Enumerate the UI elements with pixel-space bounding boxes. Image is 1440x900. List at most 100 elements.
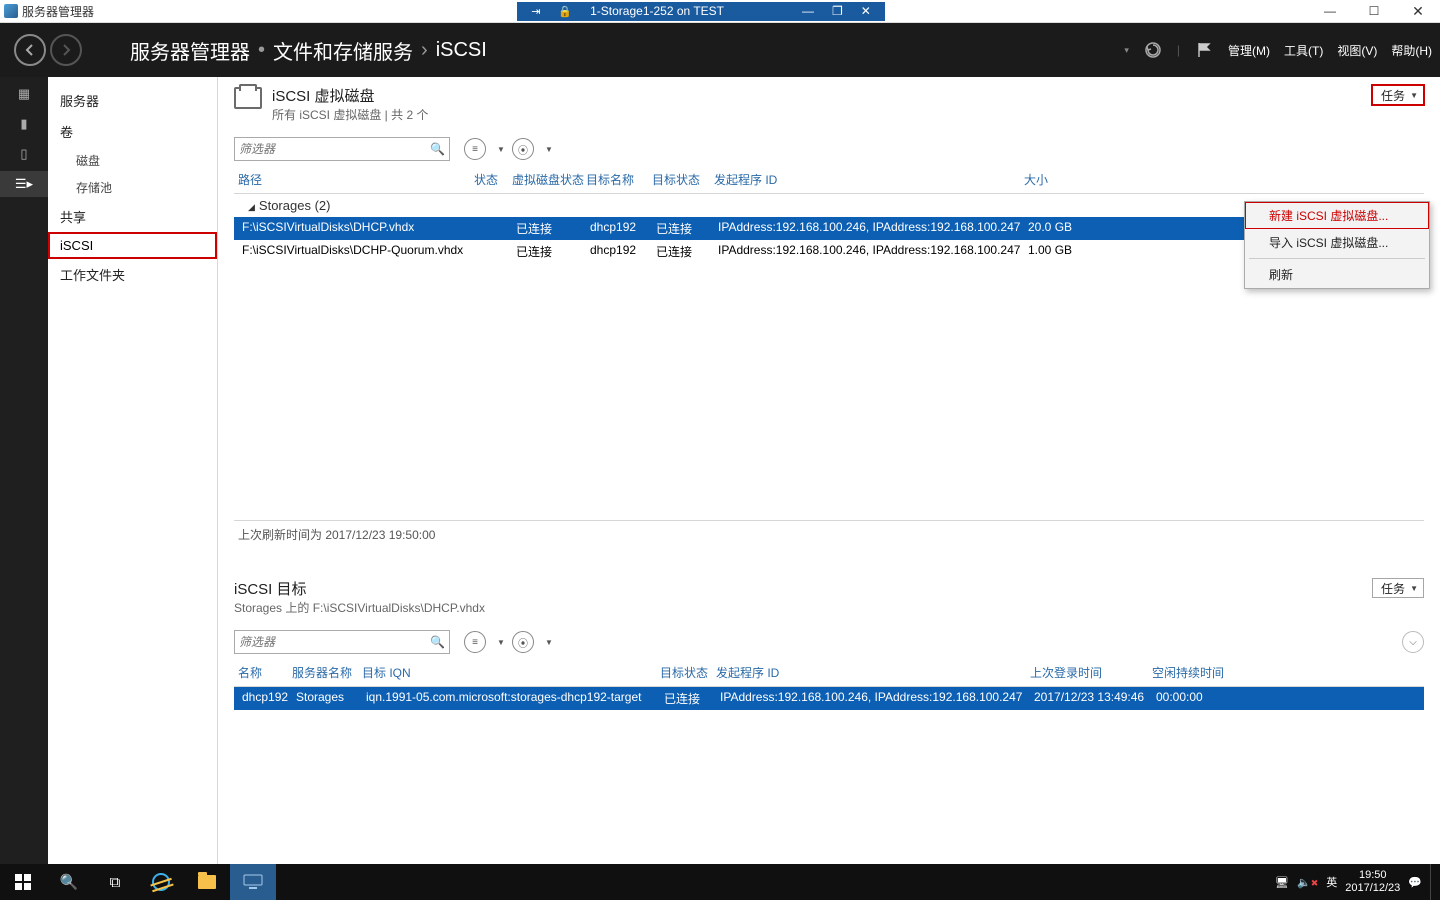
tray-notifications-icon[interactable]: 💬	[1408, 876, 1422, 889]
taskbar-clock[interactable]: 19:50 2017/12/23	[1345, 869, 1400, 895]
cell-tname: dhcp192	[590, 220, 656, 237]
cell-vstatus: 已连接	[516, 220, 590, 237]
sidebar-item-disks[interactable]: 磁盘	[48, 147, 217, 174]
explorer-button[interactable]	[184, 864, 230, 900]
start-button[interactable]	[0, 864, 46, 900]
targets-subtitle: Storages 上的 F:\iSCSIVirtualDisks\DHCP.vh…	[234, 599, 485, 616]
disks-filter-field[interactable]	[239, 142, 430, 156]
chevron-right-icon: •	[258, 39, 265, 62]
sidebar-item-volumes[interactable]: 卷	[48, 116, 217, 147]
tcol-iqn[interactable]: 目标 IQN	[362, 664, 660, 681]
nav-back-button[interactable]	[14, 34, 46, 66]
tcol-tstat[interactable]: 目标状态	[660, 664, 716, 681]
sidebar-item-iscsi[interactable]: iSCSI	[48, 232, 217, 259]
search-icon[interactable]: 🔍	[430, 142, 445, 156]
search-button[interactable]: 🔍	[46, 864, 92, 900]
menu-tools[interactable]: 工具(T)	[1284, 42, 1323, 59]
breadcrumb-root[interactable]: 服务器管理器	[130, 36, 250, 65]
cell-status	[478, 243, 516, 260]
rail-storage-icon[interactable]: ☰▸	[0, 171, 48, 197]
cell-tstatus: 已连接	[656, 243, 718, 260]
col-vstatus[interactable]: 虚拟磁盘状态	[512, 171, 586, 188]
tray-ime[interactable]: 英	[1326, 874, 1337, 890]
vm-max-icon[interactable]: ❐	[832, 4, 843, 18]
app-icon	[4, 4, 18, 18]
ie-button[interactable]	[138, 864, 184, 900]
rail-disks-icon[interactable]: ▯	[0, 141, 48, 167]
menu-import-disk[interactable]: 导入 iSCSI 虚拟磁盘...	[1245, 229, 1429, 256]
tcol-name[interactable]: 名称	[234, 664, 292, 681]
menu-help[interactable]: 帮助(H)	[1391, 42, 1432, 59]
collapse-arrow-icon[interactable]: ◢	[248, 202, 255, 212]
col-iid[interactable]: 发起程序 ID	[714, 171, 1024, 188]
dropdown-chevron-icon[interactable]: ▾	[1124, 45, 1129, 56]
targets-filter-field[interactable]	[239, 635, 430, 649]
targets-filter-input[interactable]: 🔍	[234, 630, 450, 654]
window-minimize-button[interactable]: —	[1308, 0, 1352, 23]
targets-title: iSCSI 目标	[234, 578, 485, 599]
disks-title: iSCSI 虚拟磁盘	[272, 85, 1362, 106]
icon-rail: ▦ ▮ ▯ ☰▸	[0, 77, 48, 864]
cell-size: 20.0 GB	[1028, 220, 1088, 237]
main-content: iSCSI 虚拟磁盘 所有 iSCSI 虚拟磁盘 | 共 2 个 任务 🔍 ≡ …	[218, 77, 1440, 864]
cell-tname: dhcp192	[590, 243, 656, 260]
tray-network-icon[interactable]: 🖥	[1275, 876, 1289, 889]
cell-name: dhcp192	[238, 690, 296, 707]
refresh-icon[interactable]	[1141, 38, 1165, 62]
header: 服务器管理器 • 文件和存储服务 › iSCSI ▾ | 管理(M) 工具(T)…	[0, 23, 1440, 77]
disks-filter-input[interactable]: 🔍	[234, 137, 450, 161]
tcol-last[interactable]: 上次登录时间	[1030, 664, 1152, 681]
window-close-button[interactable]: ✕	[1396, 0, 1440, 23]
disks-tasks-button[interactable]: 任务	[1372, 85, 1424, 105]
rail-servers-icon[interactable]: ▦	[0, 81, 48, 107]
outer-title-text: 服务器管理器	[22, 3, 94, 20]
table-row[interactable]: dhcp192 Storages iqn.1991-05.com.microso…	[234, 687, 1424, 710]
view-options-button[interactable]: ⦿	[512, 138, 534, 160]
disks-panel: iSCSI 虚拟磁盘 所有 iSCSI 虚拟磁盘 | 共 2 个 任务 🔍 ≡ …	[218, 77, 1440, 548]
pin-icon[interactable]: ⇥	[531, 5, 540, 18]
breadcrumb-section[interactable]: 文件和存储服务	[273, 36, 413, 65]
targets-tasks-button[interactable]: 任务	[1372, 578, 1424, 598]
server-manager-taskbar-button[interactable]	[230, 864, 276, 900]
vm-connection-bar[interactable]: ⇥ 🔒 1-Storage1-252 on TEST — ❐ ✕	[517, 2, 885, 21]
group-label: Storages (2)	[259, 198, 331, 213]
vm-close-icon[interactable]: ✕	[861, 4, 871, 18]
breadcrumb-leaf[interactable]: iSCSI	[436, 39, 487, 62]
col-path[interactable]: 路径	[234, 171, 474, 188]
tcol-idle[interactable]: 空闲持续时间	[1152, 664, 1242, 681]
lock-icon[interactable]: 🔒	[558, 5, 572, 18]
show-desktop-button[interactable]	[1430, 864, 1436, 900]
menu-refresh[interactable]: 刷新	[1245, 261, 1429, 288]
cell-iqn: iqn.1991-05.com.microsoft:storages-dhcp1…	[366, 690, 664, 707]
vm-min-icon[interactable]: —	[802, 4, 814, 18]
tcol-srv[interactable]: 服务器名称	[292, 664, 362, 681]
window-maximize-button[interactable]: ☐	[1352, 0, 1396, 23]
filter-options-button[interactable]: ≡	[464, 631, 486, 653]
rail-volumes-icon[interactable]: ▮	[0, 111, 48, 137]
tcol-iid[interactable]: 发起程序 ID	[716, 664, 1030, 681]
sidebar-item-servers[interactable]: 服务器	[48, 85, 217, 116]
col-tname[interactable]: 目标名称	[586, 171, 652, 188]
sidebar-item-shares[interactable]: 共享	[48, 201, 217, 232]
sidebar: 服务器 卷 磁盘 存储池 共享 iSCSI 工作文件夹	[48, 77, 218, 864]
col-status[interactable]: 状态	[474, 171, 512, 188]
tray-volume-icon[interactable]: 🔈✖	[1297, 876, 1318, 889]
col-tstatus[interactable]: 目标状态	[652, 171, 714, 188]
sidebar-item-pools[interactable]: 存储池	[48, 174, 217, 201]
menu-new-disk[interactable]: 新建 iSCSI 虚拟磁盘...	[1245, 202, 1429, 229]
cell-tstat: 已连接	[664, 690, 720, 707]
clock-date: 2017/12/23	[1345, 882, 1400, 895]
view-options-button[interactable]: ⦿	[512, 631, 534, 653]
collapse-targets-button[interactable]: ⌵	[1402, 631, 1424, 653]
search-icon[interactable]: 🔍	[430, 635, 445, 649]
sidebar-item-workfolders[interactable]: 工作文件夹	[48, 259, 217, 290]
col-size[interactable]: 大小	[1024, 171, 1084, 188]
cell-vstatus: 已连接	[516, 243, 590, 260]
nav-forward-button[interactable]	[50, 34, 82, 66]
menu-view[interactable]: 视图(V)	[1337, 42, 1377, 59]
task-view-button[interactable]: ⧉	[92, 864, 138, 900]
menu-manage[interactable]: 管理(M)	[1228, 42, 1270, 59]
tasks-context-menu: 新建 iSCSI 虚拟磁盘... 导入 iSCSI 虚拟磁盘... 刷新	[1244, 201, 1430, 289]
flag-icon[interactable]	[1192, 38, 1216, 62]
filter-options-button[interactable]: ≡	[464, 138, 486, 160]
